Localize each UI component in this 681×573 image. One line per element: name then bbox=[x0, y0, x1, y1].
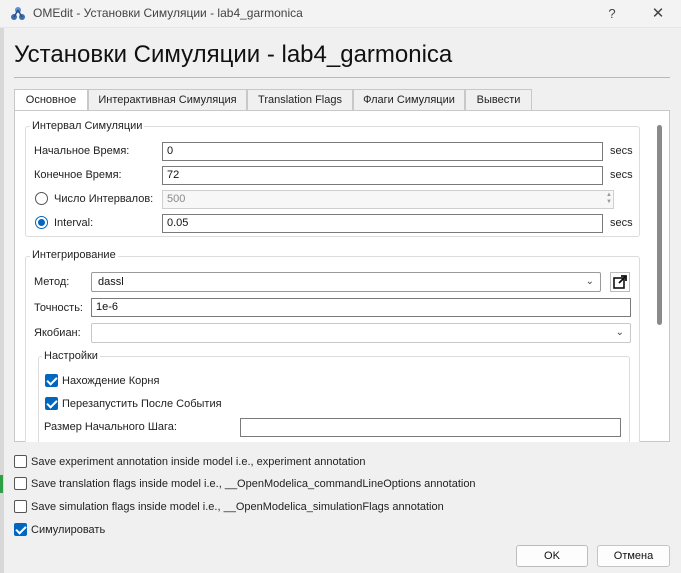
interval-radio[interactable] bbox=[35, 216, 48, 229]
cancel-button[interactable]: Отмена bbox=[597, 545, 670, 567]
start-time-input[interactable]: 0 bbox=[162, 142, 603, 161]
interval-units: secs bbox=[610, 217, 633, 229]
tab-output[interactable]: Вывести bbox=[465, 89, 532, 110]
root-finding-checkbox[interactable] bbox=[45, 374, 58, 387]
save-experiment-annotation-checkbox[interactable] bbox=[14, 455, 27, 468]
close-button[interactable]: ✕ bbox=[647, 3, 669, 25]
simulate-label: Симулировать bbox=[31, 524, 106, 536]
simulation-interval-title: Интервал Симуляции bbox=[30, 120, 145, 132]
save-simulation-flags-label: Save simulation flags inside model i.e.,… bbox=[31, 501, 444, 513]
method-info-button[interactable] bbox=[610, 272, 630, 292]
omedit-app-icon bbox=[11, 7, 25, 20]
background-window-sliver bbox=[0, 475, 3, 493]
save-translation-flags-label: Save translation flags inside model i.e.… bbox=[31, 478, 476, 490]
chevron-down-icon: ⌄ bbox=[615, 327, 624, 338]
tolerance-input[interactable]: 1e-6 bbox=[91, 298, 631, 317]
heading-divider bbox=[14, 77, 670, 78]
chevron-down-icon: ⌄ bbox=[585, 276, 594, 287]
simulate-checkbox[interactable] bbox=[14, 523, 27, 536]
ok-button[interactable]: OK bbox=[516, 545, 588, 567]
start-time-units: secs bbox=[610, 145, 633, 157]
method-select[interactable]: dassl ⌄ bbox=[91, 272, 601, 292]
start-time-label: Начальное Время: bbox=[34, 145, 130, 157]
restart-after-event-label: Перезапустить После События bbox=[62, 398, 222, 410]
tolerance-label: Точность: bbox=[34, 302, 83, 314]
save-simulation-flags-checkbox[interactable] bbox=[14, 500, 27, 513]
help-button[interactable]: ? bbox=[601, 3, 623, 25]
integration-title: Интегрирование bbox=[30, 249, 118, 261]
interval-input[interactable]: 0.05 bbox=[162, 214, 603, 233]
panel-scrollbar-thumb[interactable] bbox=[657, 125, 662, 325]
method-label: Метод: bbox=[34, 276, 70, 288]
initial-step-size-input[interactable] bbox=[240, 418, 621, 437]
root-finding-label: Нахождение Корня bbox=[62, 375, 160, 387]
restart-after-event-checkbox[interactable] bbox=[45, 397, 58, 410]
window-title: OMEdit - Установки Симуляции - lab4_garm… bbox=[33, 6, 303, 20]
method-value: dassl bbox=[98, 276, 124, 288]
tab-translation-flags[interactable]: Translation Flags bbox=[247, 89, 353, 110]
number-of-intervals-radio[interactable] bbox=[35, 192, 48, 205]
stop-time-units: secs bbox=[610, 169, 633, 181]
number-of-intervals-stepper[interactable]: ▲ ▼ bbox=[604, 192, 614, 208]
tab-simulation-flags[interactable]: Флаги Симуляции bbox=[353, 89, 465, 110]
dialog-heading: Установки Симуляции - lab4_garmonica bbox=[14, 41, 453, 68]
save-experiment-annotation-label: Save experiment annotation inside model … bbox=[31, 456, 366, 468]
jacobian-select[interactable]: ⌄ bbox=[91, 323, 631, 343]
stop-time-label: Конечное Время: bbox=[34, 169, 122, 181]
interval-label: Interval: bbox=[54, 217, 94, 229]
initial-step-size-label: Размер Начального Шага: bbox=[44, 421, 177, 433]
external-link-icon bbox=[613, 275, 627, 289]
number-of-intervals-label: Число Интервалов: bbox=[54, 193, 154, 205]
number-of-intervals-input[interactable]: 500 bbox=[162, 190, 614, 209]
settings-title: Настройки bbox=[42, 350, 100, 362]
jacobian-label: Якобиан: bbox=[34, 327, 81, 339]
window-titlebar: OMEdit - Установки Симуляции - lab4_garm… bbox=[0, 0, 681, 28]
tab-interactive-simulation[interactable]: Интерактивная Симуляция bbox=[88, 89, 247, 110]
stop-time-input[interactable]: 72 bbox=[162, 166, 603, 185]
tab-general[interactable]: Основное bbox=[14, 89, 88, 111]
save-translation-flags-checkbox[interactable] bbox=[14, 477, 27, 490]
